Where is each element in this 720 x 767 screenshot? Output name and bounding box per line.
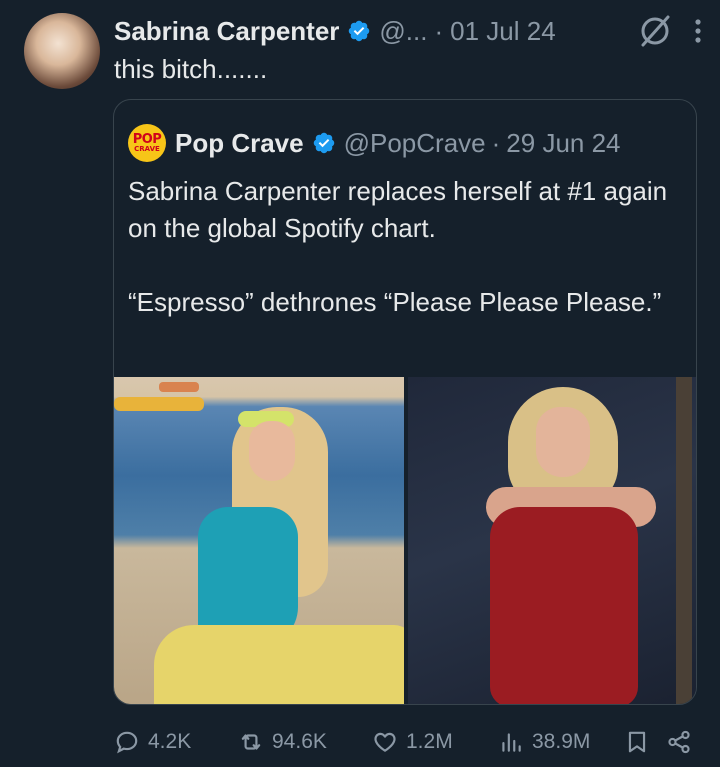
tweet-date[interactable]: 01 Jul 24 bbox=[450, 16, 556, 47]
tweet: Sabrina Carpenter @... · 01 Jul 24 this … bbox=[0, 0, 720, 767]
action-bar: 4.2K 94.6K 1.2M 38.9M bbox=[114, 722, 698, 762]
photo-beach[interactable] bbox=[114, 377, 404, 704]
separator-dot: · bbox=[491, 127, 501, 158]
tweet-header: Sabrina Carpenter @... · 01 Jul 24 bbox=[114, 14, 704, 48]
popcrave-avatar[interactable]: POP CRAVE bbox=[128, 124, 166, 162]
author-name[interactable]: Sabrina Carpenter bbox=[114, 16, 339, 47]
separator-dot: · bbox=[434, 15, 444, 46]
like-count: 1.2M bbox=[406, 730, 453, 753]
quoted-text-paragraph-1: Sabrina Carpenter replaces herself at #1… bbox=[128, 176, 668, 243]
more-icon[interactable] bbox=[694, 18, 702, 44]
tweet-text: this bitch....... bbox=[114, 54, 268, 84]
share-button[interactable] bbox=[666, 729, 698, 755]
repost-icon bbox=[241, 734, 261, 750]
bookmark-button[interactable] bbox=[624, 729, 666, 755]
logo-text-bottom: CRAVE bbox=[134, 145, 160, 153]
reply-count: 4.2K bbox=[148, 730, 192, 753]
quoted-tweet-date[interactable]: 29 Jun 24 bbox=[506, 128, 620, 159]
views-count: 38.9M bbox=[532, 730, 591, 753]
share-icon bbox=[668, 730, 690, 754]
like-icon bbox=[374, 732, 396, 752]
reply-icon bbox=[116, 731, 138, 754]
quoted-tweet-text: Sabrina Carpenter replaces herself at #1… bbox=[128, 173, 668, 321]
reply-button[interactable]: 4.2K bbox=[114, 729, 238, 755]
quoted-tweet-header: POP CRAVE Pop Crave @PopCrave · 29 Jun 2… bbox=[128, 123, 621, 163]
author-handle[interactable]: @... bbox=[379, 16, 427, 47]
repost-count: 94.6K bbox=[272, 730, 327, 753]
photo-red-dress[interactable] bbox=[408, 377, 696, 704]
repost-button[interactable]: 94.6K bbox=[238, 729, 372, 755]
verified-badge-icon bbox=[313, 132, 334, 154]
grok-icon[interactable] bbox=[638, 14, 672, 48]
verified-badge-icon bbox=[349, 20, 370, 42]
views-button[interactable]: 38.9M bbox=[498, 729, 624, 755]
media-grid bbox=[114, 377, 696, 704]
avatar[interactable] bbox=[24, 13, 100, 89]
like-button[interactable]: 1.2M bbox=[372, 729, 498, 755]
quoted-author-handle[interactable]: @PopCrave bbox=[344, 128, 486, 159]
quoted-text-paragraph-2: “Espresso” dethrones “Please Please Plea… bbox=[128, 287, 662, 317]
quoted-author-name[interactable]: Pop Crave bbox=[175, 128, 304, 159]
quoted-tweet[interactable]: POP CRAVE Pop Crave @PopCrave · 29 Jun 2… bbox=[113, 99, 697, 705]
views-icon bbox=[502, 733, 521, 752]
bookmark-icon bbox=[628, 731, 646, 753]
